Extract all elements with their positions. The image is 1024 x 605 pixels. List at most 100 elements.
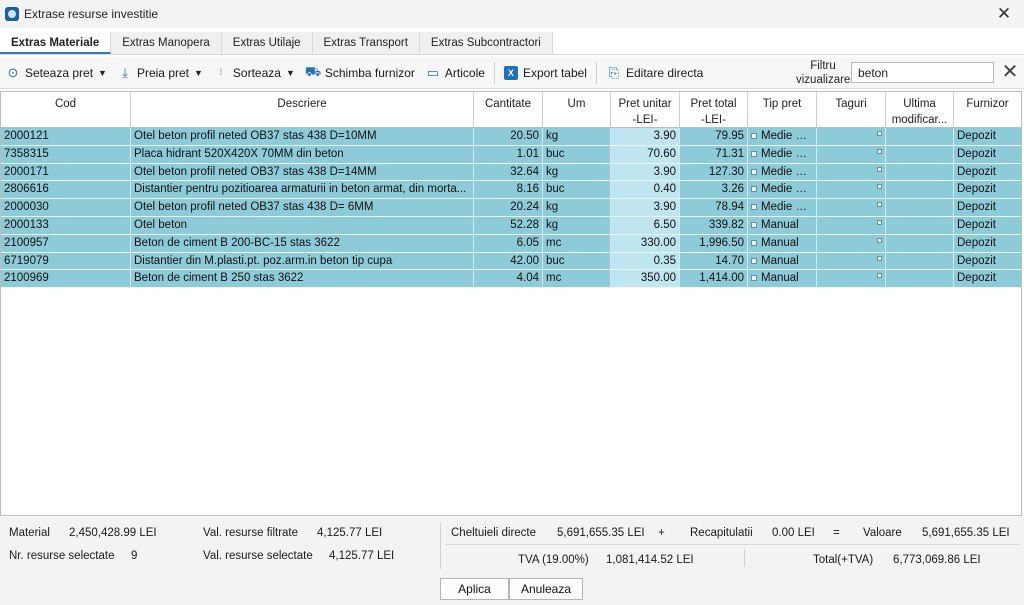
tag-dropdown-icon[interactable] — [877, 255, 882, 261]
cell-taguri[interactable] — [817, 145, 886, 163]
cell-ultima-modificare[interactable] — [886, 181, 954, 199]
schimba-furnizor-button[interactable]: ⛟ Schimba furnizor — [300, 60, 420, 86]
cell-descriere[interactable]: Otel beton profil neted OB37 stas 438 D=… — [131, 128, 474, 145]
cell-taguri[interactable] — [817, 216, 886, 234]
cell-furnizor[interactable]: Depozit — [954, 217, 1021, 234]
cell-cantitate[interactable]: 20.24 — [474, 199, 543, 216]
cell-um[interactable]: mc — [543, 270, 611, 288]
tab-extras-utilaje[interactable]: Extras Utilaje — [221, 32, 313, 54]
cell-pret-total[interactable]: 339.82 — [680, 216, 748, 234]
header-um[interactable]: Um — [543, 92, 611, 127]
cell-um[interactable]: kg — [543, 199, 611, 216]
editare-directa-button[interactable]: ⎘ Editare directa — [601, 60, 708, 86]
sorteaza-button[interactable]: ⁝ Sorteaza ▼ — [208, 60, 300, 86]
cell-descriere[interactable]: Beton de ciment B 200-BC-15 stas 3622 — [131, 234, 474, 252]
cell-pret-unitar[interactable]: 3.90 — [611, 199, 680, 216]
cell-cod[interactable]: 2806616 — [1, 181, 131, 199]
cell-pret-total[interactable]: 79.95 — [680, 128, 748, 145]
cell-furnizor[interactable]: Depozit — [954, 199, 1021, 216]
cell-pret-unitar[interactable]: 3.90 — [611, 128, 680, 145]
cell-taguri[interactable] — [817, 181, 886, 199]
tab-extras-transport[interactable]: Extras Transport — [312, 32, 420, 54]
header-cantitate[interactable]: Cantitate — [474, 92, 543, 127]
cell-cod[interactable]: 2100957 — [1, 234, 131, 252]
cell-cantitate[interactable]: 4.04 — [474, 270, 543, 288]
cell-tip-pret[interactable]: Manual — [748, 234, 817, 252]
close-icon[interactable]: ✕ — [994, 4, 1014, 24]
cell-um[interactable]: kg — [543, 163, 611, 181]
cell-um[interactable]: mc — [543, 234, 611, 252]
cell-pret-total[interactable]: 78.94 — [680, 199, 748, 216]
cell-descriere[interactable]: Otel beton profil neted OB37 stas 438 D=… — [131, 199, 474, 216]
cell-cod[interactable]: 2000133 — [1, 216, 131, 234]
table-row[interactable]: 2000133 Otel beton 52.28 kg 6.50 339.82 Manual… — [1, 216, 1021, 235]
table-row[interactable]: 6719079 Distantier din M.plasti.pt. poz.a… — [1, 252, 1021, 271]
cell-pret-unitar[interactable]: 3.90 — [611, 163, 680, 181]
cell-pret-total[interactable]: 1,414.00 — [680, 270, 748, 288]
header-tip-pret[interactable]: Tip pret — [748, 92, 817, 127]
table-row[interactable]: 2000121 Otel beton profil neted OB37 stas… — [1, 128, 1021, 146]
cell-cod[interactable]: 2000121 — [1, 128, 131, 145]
cell-pret-total[interactable]: 127.30 — [680, 163, 748, 181]
cell-ultima-modificare[interactable] — [886, 128, 954, 145]
cell-ultima-modificare[interactable] — [886, 163, 954, 181]
header-cod[interactable]: Cod — [1, 92, 131, 127]
cell-tip-pret[interactable]: Medie pi... — [748, 163, 817, 181]
cell-descriere[interactable]: Placa hidrant 520X420X 70MM din beton — [131, 145, 474, 163]
anuleaza-button[interactable]: Anuleaza — [509, 578, 583, 600]
table-row[interactable]: 2806616 Distantier pentru pozitioarea arm… — [1, 181, 1021, 200]
cell-cantitate[interactable]: 20.50 — [474, 128, 543, 145]
cell-ultima-modificare[interactable] — [886, 234, 954, 252]
header-pret-total[interactable]: Pret total -LEI- — [680, 92, 748, 127]
cell-pret-total[interactable]: 3.26 — [680, 181, 748, 199]
cell-pret-unitar[interactable]: 6.50 — [611, 216, 680, 234]
tag-dropdown-icon[interactable] — [877, 237, 882, 243]
cell-furnizor[interactable]: Depozit — [954, 128, 1021, 145]
tab-extras-subcontractori[interactable]: Extras Subcontractori — [419, 32, 553, 54]
cell-descriere[interactable]: Beton de ciment B 250 stas 3622 — [131, 270, 474, 288]
cell-cod[interactable]: 2100969 — [1, 270, 131, 288]
cell-cod[interactable]: 2000030 — [1, 199, 131, 216]
preia-pret-button[interactable]: ⤓ Preia pret ▼ — [112, 60, 208, 86]
tag-dropdown-icon[interactable] — [877, 148, 882, 154]
table-row[interactable]: 2000030 Otel beton profil neted OB37 stas… — [1, 199, 1021, 217]
cell-furnizor[interactable]: Depozit — [954, 253, 1021, 270]
cell-descriere[interactable]: Distantier pentru pozitioarea armaturii … — [131, 181, 474, 199]
cell-um[interactable]: buc — [543, 252, 611, 270]
cell-um[interactable]: buc — [543, 145, 611, 163]
cell-taguri[interactable] — [817, 252, 886, 270]
cell-taguri[interactable] — [817, 199, 886, 216]
cell-tip-pret[interactable]: Medie pi... — [748, 145, 817, 163]
filter-input[interactable] — [851, 62, 994, 83]
cell-tip-pret[interactable]: Manual — [748, 252, 817, 270]
cell-cod[interactable]: 7358315 — [1, 145, 131, 163]
cell-cantitate[interactable]: 6.05 — [474, 234, 543, 252]
aplica-button[interactable]: Aplica — [440, 578, 509, 600]
cell-pret-unitar[interactable]: 350.00 — [611, 270, 680, 288]
cell-ultima-modificare[interactable] — [886, 199, 954, 216]
cell-tip-pret[interactable]: Manual — [748, 270, 817, 288]
header-ultima-modificare[interactable]: Ultima modificar... — [886, 92, 954, 127]
table-row[interactable]: 2100957 Beton de ciment B 200-BC-15 stas … — [1, 234, 1021, 253]
cell-pret-total[interactable]: 1,996.50 — [680, 234, 748, 252]
header-descriere[interactable]: Descriere — [131, 92, 474, 127]
tag-dropdown-icon[interactable] — [877, 219, 882, 225]
cell-ultima-modificare[interactable] — [886, 216, 954, 234]
cell-pret-unitar[interactable]: 0.40 — [611, 181, 680, 199]
cell-ultima-modificare[interactable] — [886, 252, 954, 270]
tag-dropdown-icon[interactable] — [877, 273, 882, 279]
cell-taguri[interactable] — [817, 128, 886, 145]
table-row[interactable]: 2000171 Otel beton profil neted OB37 stas… — [1, 163, 1021, 182]
cell-um[interactable]: kg — [543, 216, 611, 234]
cell-pret-total[interactable]: 14.70 — [680, 252, 748, 270]
table-row[interactable]: 2100969 Beton de ciment B 250 stas 3622 4.… — [1, 270, 1021, 289]
cell-furnizor[interactable]: Depozit — [954, 270, 1021, 287]
cell-ultima-modificare[interactable] — [886, 145, 954, 163]
cell-cantitate[interactable]: 1.01 — [474, 145, 543, 163]
seteaza-pret-button[interactable]: ⊙ Seteaza pret ▼ — [0, 60, 112, 86]
header-furnizor[interactable]: Furnizor — [954, 92, 1021, 127]
cell-descriere[interactable]: Otel beton — [131, 216, 474, 234]
tag-dropdown-icon[interactable] — [877, 131, 882, 136]
clear-filter-icon[interactable]: ✕ — [999, 61, 1021, 83]
cell-cantitate[interactable]: 42.00 — [474, 252, 543, 270]
